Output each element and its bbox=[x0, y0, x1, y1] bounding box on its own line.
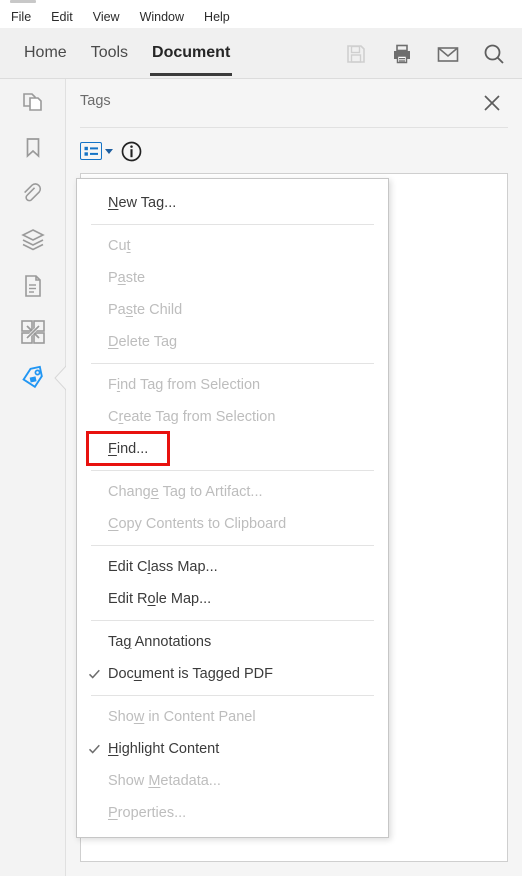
reading-order-icon bbox=[19, 318, 47, 346]
menu-item-copy-contents-to-clipboard: Copy Contents to Clipboard bbox=[77, 508, 388, 540]
menu-item-find[interactable]: Find... bbox=[77, 433, 388, 465]
sidebar-item-page-thumbnails[interactable] bbox=[0, 79, 66, 125]
chevron-down-icon bbox=[105, 149, 113, 154]
info-icon[interactable] bbox=[121, 141, 142, 162]
menu-item-properties: Properties... bbox=[77, 797, 388, 829]
menu-item-edit-class-map[interactable]: Edit Class Map... bbox=[77, 551, 388, 583]
menu-item-label: Highlight Content bbox=[108, 741, 219, 757]
email-icon[interactable] bbox=[436, 42, 460, 66]
tags-panel-toolbar bbox=[80, 137, 142, 165]
sidebar-item-attachments[interactable] bbox=[0, 171, 66, 217]
bookmarks-icon bbox=[20, 135, 46, 161]
menu-item-label: Cut bbox=[108, 238, 131, 254]
close-icon[interactable] bbox=[480, 91, 504, 115]
menu-item-paste: Paste bbox=[77, 262, 388, 294]
application-window: File Edit View Window Help Home Tools Document bbox=[0, 0, 522, 876]
menu-item-find-tag-from-selection: Find Tag from Selection bbox=[77, 369, 388, 401]
menu-item-cut: Cut bbox=[77, 230, 388, 262]
menu-separator bbox=[91, 695, 374, 696]
ribbon-tab-home[interactable]: Home bbox=[24, 44, 67, 64]
layers-icon bbox=[19, 226, 47, 254]
checkmark-icon bbox=[88, 743, 101, 756]
menu-item-label: Edit Role Map... bbox=[108, 591, 211, 607]
sidebar-item-bookmarks[interactable] bbox=[0, 125, 66, 171]
menu-item-label: Paste Child bbox=[108, 302, 182, 318]
menu-item-create-tag-from-selection: Create Tag from Selection bbox=[77, 401, 388, 433]
menu-window[interactable]: Window bbox=[140, 10, 184, 24]
ribbon-tab-list: Home Tools Document bbox=[0, 28, 230, 79]
attachments-icon bbox=[20, 181, 46, 207]
menu-item-label: Document is Tagged PDF bbox=[108, 666, 273, 682]
menu-item-new-tag[interactable]: New Tag... bbox=[77, 187, 388, 219]
menu-item-label: Create Tag from Selection bbox=[108, 409, 275, 425]
menu-item-label: Show in Content Panel bbox=[108, 709, 256, 725]
menu-item-label: Tag Annotations bbox=[108, 634, 211, 650]
page-thumbnails-icon bbox=[20, 89, 46, 115]
panel-title: Tags bbox=[80, 93, 111, 109]
menu-item-label: New Tag... bbox=[108, 195, 176, 211]
menu-view[interactable]: View bbox=[93, 10, 120, 24]
menu-edit[interactable]: Edit bbox=[51, 10, 73, 24]
panel-divider bbox=[80, 127, 508, 128]
menu-help[interactable]: Help bbox=[204, 10, 230, 24]
ribbon-tab-label: Tools bbox=[91, 44, 128, 61]
menu-item-document-is-tagged-pdf[interactable]: Document is Tagged PDF bbox=[77, 658, 388, 690]
menu-item-label: Show Metadata... bbox=[108, 773, 221, 789]
ribbon-tab-tools[interactable]: Tools bbox=[91, 44, 128, 64]
menu-item-change-tag-to-artifact: Change Tag to Artifact... bbox=[77, 476, 388, 508]
ribbon-tab-label: Document bbox=[152, 44, 230, 61]
menu-item-label: Delete Tag bbox=[108, 334, 177, 350]
ribbon-icon-group bbox=[344, 28, 506, 79]
menu-item-label: Copy Contents to Clipboard bbox=[108, 516, 286, 532]
menu-separator bbox=[91, 620, 374, 621]
menu-item-show-metadata: Show Metadata... bbox=[77, 765, 388, 797]
menu-item-edit-role-map[interactable]: Edit Role Map... bbox=[77, 583, 388, 615]
content-icon bbox=[20, 273, 46, 299]
options-button[interactable] bbox=[80, 142, 113, 160]
options-list-icon bbox=[80, 142, 102, 160]
left-navigation-rail bbox=[0, 79, 66, 876]
sidebar-item-reading-order[interactable] bbox=[0, 309, 66, 355]
menu-separator bbox=[91, 470, 374, 471]
tags-icon bbox=[19, 364, 47, 392]
menu-separator bbox=[91, 545, 374, 546]
sidebar-item-tags[interactable] bbox=[0, 355, 66, 401]
print-icon[interactable] bbox=[390, 42, 414, 66]
search-icon[interactable] bbox=[482, 42, 506, 66]
menu-item-paste-child: Paste Child bbox=[77, 294, 388, 326]
ribbon-toolbar: Home Tools Document bbox=[0, 28, 522, 79]
tags-panel-header: Tags bbox=[66, 79, 522, 127]
sidebar-item-layers[interactable] bbox=[0, 217, 66, 263]
document-tab-stub bbox=[10, 0, 36, 3]
menu-item-show-in-content-panel: Show in Content Panel bbox=[77, 701, 388, 733]
menu-item-label: Edit Class Map... bbox=[108, 559, 218, 575]
menu-item-highlight-content[interactable]: Highlight Content bbox=[77, 733, 388, 765]
menu-item-label: Paste bbox=[108, 270, 145, 286]
active-tab-underline bbox=[150, 73, 232, 76]
ribbon-tab-document[interactable]: Document bbox=[152, 44, 230, 64]
tags-options-context-menu: New Tag... Cut Paste Paste Child Delete Tag F… bbox=[76, 178, 389, 838]
menu-item-label: Find... bbox=[108, 441, 148, 457]
menu-item-label: Properties... bbox=[108, 805, 186, 821]
menu-item-tag-annotations[interactable]: Tag Annotations bbox=[77, 626, 388, 658]
ribbon-tab-label: Home bbox=[24, 44, 67, 61]
menu-bar: File Edit View Window Help bbox=[0, 6, 522, 28]
checkmark-icon bbox=[88, 668, 101, 681]
menu-separator bbox=[91, 363, 374, 364]
menu-item-delete-tag: Delete Tag bbox=[77, 326, 388, 358]
sidebar-item-content[interactable] bbox=[0, 263, 66, 309]
menu-item-label: Find Tag from Selection bbox=[108, 377, 260, 393]
menu-separator bbox=[91, 224, 374, 225]
menu-item-label: Change Tag to Artifact... bbox=[108, 484, 263, 500]
save-icon[interactable] bbox=[344, 42, 368, 66]
menu-file[interactable]: File bbox=[11, 10, 31, 24]
